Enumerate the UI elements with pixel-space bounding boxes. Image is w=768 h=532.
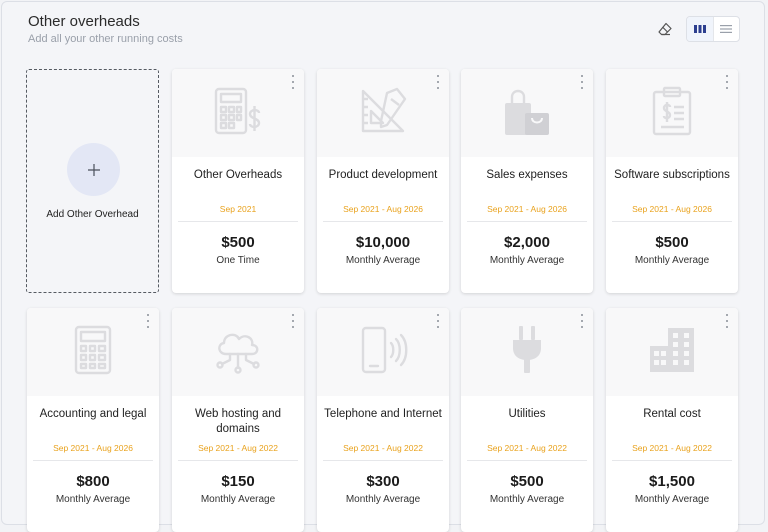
card-date-range: Sep 2021 - Aug 2026 bbox=[53, 443, 133, 453]
add-other-overhead-button[interactable]: Add Other Overhead bbox=[26, 69, 159, 293]
card-divider bbox=[178, 460, 298, 461]
card-menu-icon[interactable] bbox=[145, 314, 151, 328]
card-date-range: Sep 2021 - Aug 2026 bbox=[487, 204, 567, 214]
card-divider bbox=[323, 221, 443, 222]
card-date-range: Sep 2021 bbox=[219, 204, 257, 214]
card-name: Web hosting and domains bbox=[194, 408, 282, 435]
plus-icon bbox=[67, 143, 120, 196]
card-illustration bbox=[27, 308, 159, 396]
card-divider bbox=[178, 221, 298, 222]
card-menu-icon[interactable] bbox=[579, 314, 585, 328]
overhead-card[interactable]: Accounting and legal Sep 2021 - Aug 2026… bbox=[27, 308, 159, 532]
card-illustration bbox=[172, 69, 304, 157]
card-menu-icon[interactable] bbox=[290, 314, 296, 328]
card-menu-icon[interactable] bbox=[435, 75, 441, 89]
card-frequency: Monthly Average bbox=[489, 494, 565, 505]
card-illustration bbox=[461, 69, 593, 157]
overhead-card[interactable]: Product development Sep 2021 - Aug 2026 … bbox=[317, 69, 449, 293]
card-date-range: Sep 2021 - Aug 2022 bbox=[632, 443, 712, 453]
card-menu-icon[interactable] bbox=[290, 75, 296, 89]
card-illustration bbox=[317, 308, 449, 396]
grid-view-icon[interactable] bbox=[687, 17, 713, 41]
card-menu-icon[interactable] bbox=[435, 314, 441, 328]
card-name: Product development bbox=[328, 169, 438, 181]
card-amount: $2,000 bbox=[504, 234, 550, 251]
card-amount: $150 bbox=[221, 473, 255, 490]
card-illustration bbox=[461, 308, 593, 396]
page-title: Other overheads bbox=[28, 13, 140, 30]
add-card-label: Add Other Overhead bbox=[46, 209, 139, 220]
card-frequency: Monthly Average bbox=[200, 494, 276, 505]
card-amount: $1,500 bbox=[649, 473, 695, 490]
card-name: Accounting and legal bbox=[39, 408, 147, 420]
overhead-card[interactable]: Utilities Sep 2021 - Aug 2022 $500 Month… bbox=[461, 308, 593, 532]
buildings-icon bbox=[646, 324, 698, 381]
card-illustration bbox=[606, 308, 738, 396]
card-amount: $500 bbox=[510, 473, 544, 490]
card-divider bbox=[33, 460, 153, 461]
shopping-bags-icon bbox=[501, 85, 553, 142]
card-name: Other Overheads bbox=[193, 169, 283, 181]
card-name: Telephone and Internet bbox=[324, 408, 442, 420]
card-illustration bbox=[606, 69, 738, 157]
power-plug-icon bbox=[501, 324, 553, 381]
card-amount: $500 bbox=[655, 234, 689, 251]
card-date-range: Sep 2021 - Aug 2026 bbox=[632, 204, 712, 214]
card-divider bbox=[612, 460, 732, 461]
card-illustration bbox=[172, 308, 304, 396]
page-subtitle: Add all your other running costs bbox=[28, 33, 183, 45]
overhead-card[interactable]: Telephone and Internet Sep 2021 - Aug 20… bbox=[317, 308, 449, 532]
card-name: Sales expenses bbox=[486, 169, 568, 181]
cloud-network-icon bbox=[212, 324, 264, 381]
card-date-range: Sep 2021 - Aug 2022 bbox=[487, 443, 567, 453]
card-amount: $300 bbox=[366, 473, 400, 490]
view-toggle bbox=[686, 16, 740, 42]
overhead-card[interactable]: Rental cost Sep 2021 - Aug 2022 $1,500 M… bbox=[606, 308, 738, 532]
card-frequency: One Time bbox=[216, 255, 260, 266]
card-amount: $800 bbox=[76, 473, 110, 490]
overhead-card[interactable]: Sales expenses Sep 2021 - Aug 2026 $2,00… bbox=[461, 69, 593, 293]
clipboard-dollar-icon bbox=[646, 85, 698, 142]
card-menu-icon[interactable] bbox=[579, 75, 585, 89]
card-date-range: Sep 2021 - Aug 2026 bbox=[343, 204, 423, 214]
list-view-icon[interactable] bbox=[712, 17, 740, 41]
overhead-card[interactable]: Other Overheads Sep 2021 $500 One Time bbox=[172, 69, 304, 293]
card-frequency: Monthly Average bbox=[345, 494, 421, 505]
calculator-dollar-icon bbox=[212, 85, 264, 142]
card-menu-icon[interactable] bbox=[724, 314, 730, 328]
card-amount: $10,000 bbox=[355, 234, 411, 251]
eraser-icon[interactable] bbox=[657, 21, 673, 37]
overhead-card[interactable]: Software subscriptions Sep 2021 - Aug 20… bbox=[606, 69, 738, 293]
card-frequency: Monthly Average bbox=[55, 494, 131, 505]
card-name: Utilities bbox=[508, 408, 546, 420]
card-frequency: Monthly Average bbox=[634, 255, 710, 266]
card-name: Rental cost bbox=[643, 408, 701, 420]
card-divider bbox=[323, 460, 443, 461]
ruler-pencil-icon bbox=[357, 85, 409, 142]
calculator-icon bbox=[67, 324, 119, 381]
card-amount: $500 bbox=[221, 234, 255, 251]
card-illustration bbox=[317, 69, 449, 157]
card-frequency: Monthly Average bbox=[345, 255, 421, 266]
overhead-card[interactable]: Web hosting and domains Sep 2021 - Aug 2… bbox=[172, 308, 304, 532]
card-date-range: Sep 2021 - Aug 2022 bbox=[343, 443, 423, 453]
card-divider bbox=[612, 221, 732, 222]
card-frequency: Monthly Average bbox=[489, 255, 565, 266]
phone-signal-icon bbox=[357, 324, 409, 381]
card-menu-icon[interactable] bbox=[724, 75, 730, 89]
card-frequency: Monthly Average bbox=[634, 494, 710, 505]
card-name: Software subscriptions bbox=[614, 169, 730, 181]
card-date-range: Sep 2021 - Aug 2022 bbox=[198, 443, 278, 453]
card-divider bbox=[467, 221, 587, 222]
card-divider bbox=[467, 460, 587, 461]
